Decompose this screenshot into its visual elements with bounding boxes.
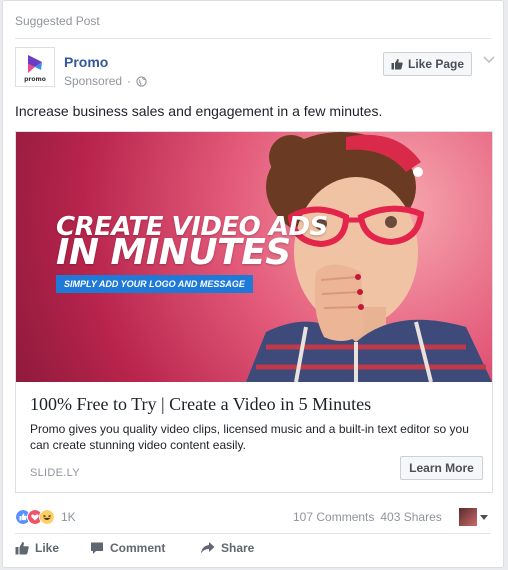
thumbs-up-icon (15, 541, 29, 555)
viewer-avatar[interactable] (459, 508, 477, 526)
dot-separator: · (127, 74, 132, 88)
post-meta: Sponsored · (64, 74, 147, 88)
ad-image[interactable]: CREATE VIDEO ADS IN MINUTES SIMPLY ADD Y… (16, 132, 492, 382)
comments-count-link[interactable]: 107 Comments (293, 510, 374, 524)
reactions-count[interactable]: 1K (61, 510, 76, 524)
share-button[interactable]: Share (200, 541, 254, 555)
like-page-button[interactable]: Like Page (383, 52, 472, 76)
comment-button[interactable]: Comment (90, 541, 200, 555)
ad-title-link[interactable]: 100% Free to Try | Create a Video in 5 M… (30, 394, 371, 415)
engagement-counts: 107 Comments 403 Shares (293, 510, 442, 524)
suggested-post-label: Suggested Post (15, 14, 100, 28)
post-text: Increase business sales and engagement i… (15, 103, 383, 119)
ad-image-headline-2: IN MINUTES (56, 232, 291, 273)
sponsored-label[interactable]: Sponsored (64, 74, 122, 88)
haha-reaction-icon (39, 509, 55, 525)
globe-icon[interactable] (136, 75, 147, 87)
header-divider (15, 38, 491, 39)
like-label: Like (35, 541, 60, 555)
shares-count-link[interactable]: 403 Shares (380, 510, 441, 524)
ad-description: Promo gives you quality video clips, lic… (30, 422, 469, 452)
like-page-label: Like Page (407, 57, 465, 71)
reactions-summary[interactable]: 1K (15, 509, 76, 525)
learn-more-button[interactable]: Learn More (400, 456, 483, 480)
chevron-down-icon[interactable] (482, 53, 496, 67)
comment-label: Comment (110, 541, 166, 555)
thumbs-up-icon (391, 58, 403, 70)
ad-link-preview[interactable]: CREATE VIDEO ADS IN MINUTES SIMPLY ADD Y… (15, 131, 493, 493)
share-label: Share (221, 541, 255, 555)
post-actions-bar: Like Comment Share (15, 541, 254, 555)
share-icon (201, 542, 215, 554)
ad-domain: SLIDE.LY (30, 467, 80, 479)
svg-text:promo: promo (24, 76, 46, 83)
promo-logo-icon[interactable]: promo (15, 47, 55, 87)
suggested-post-card: Suggested Post promo Promo Sponsored · L… (2, 0, 504, 568)
comment-icon (91, 542, 103, 554)
page-name-link[interactable]: Promo (64, 54, 108, 70)
like-button[interactable]: Like (15, 541, 90, 555)
ad-image-subline: SIMPLY ADD YOUR LOGO AND MESSAGE (56, 275, 253, 293)
actions-divider (15, 533, 491, 534)
caret-down-icon[interactable] (480, 515, 488, 520)
